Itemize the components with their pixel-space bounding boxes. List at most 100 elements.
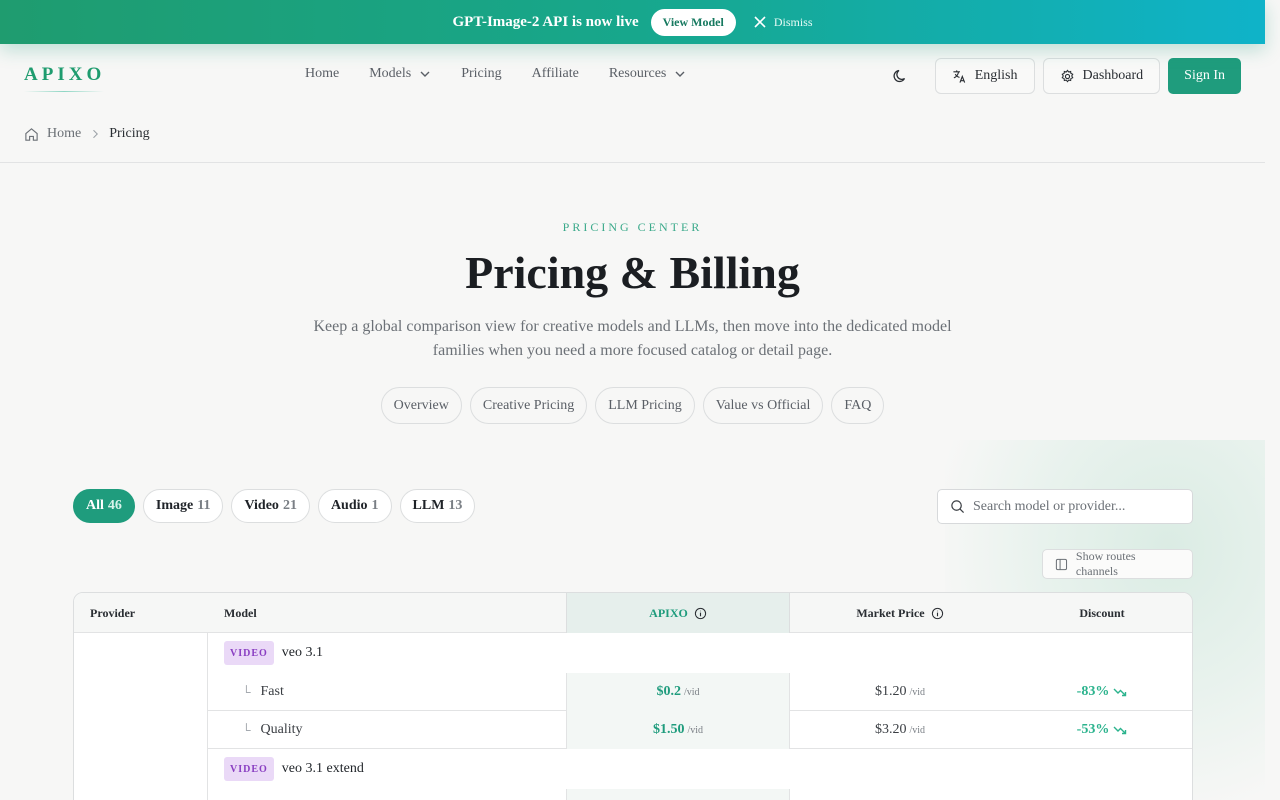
header-discount[interactable]: Discount [1010, 593, 1192, 633]
model-name: veo 3.1 extend [281, 761, 364, 776]
gear-icon [1061, 69, 1073, 83]
view-model-button[interactable]: View Model [650, 8, 736, 36]
filter-all[interactable]: All 46 [73, 489, 135, 523]
nav-affiliate-label: Affiliate [531, 66, 579, 81]
info-icon[interactable] [931, 607, 944, 620]
market-price: $3.20 [874, 722, 907, 737]
trending-down-icon [1113, 688, 1127, 697]
apixo-price: $1.50 [652, 722, 685, 737]
header-apixo[interactable]: APIXO [566, 593, 790, 633]
model-group-row[interactable]: VIDEO veo 3.1 [208, 633, 1192, 673]
market-unit: /vid [909, 724, 926, 736]
table-header: Provider Model APIXO Market Price Discou… [74, 593, 1192, 633]
header-market-label: Market Price [856, 605, 925, 620]
apixo-unit: /vid [687, 724, 704, 736]
nav-pricing[interactable]: Pricing [461, 66, 501, 82]
chevron-down-icon [420, 71, 430, 77]
category-badge: VIDEO [224, 757, 274, 781]
variant-label: Fast [260, 684, 284, 699]
table-row[interactable]: └ Fast $0.2 /vid $1.20 /vid -83% [208, 673, 1192, 711]
variant-label: Quality [260, 722, 303, 737]
filter-image[interactable]: Image 11 [142, 489, 224, 523]
chevron-right-icon [93, 129, 99, 139]
filter-label: Image [155, 498, 194, 513]
logo-text: APIXO [24, 64, 106, 85]
discount-value: -53% [1076, 722, 1110, 737]
translate-icon [953, 69, 965, 83]
logo[interactable]: APIXO [24, 64, 105, 86]
dismiss-label: Dismiss [773, 14, 813, 29]
breadcrumb-home[interactable]: Home [47, 126, 81, 142]
chevron-down-icon [675, 71, 685, 77]
filter-audio[interactable]: Audio 1 [317, 489, 392, 523]
header-provider[interactable]: Provider [90, 593, 135, 633]
language-label: English [974, 68, 1018, 83]
language-button[interactable]: English [934, 58, 1035, 94]
filter-label: LLM [412, 498, 445, 513]
home-icon [25, 127, 38, 141]
filter-count: 11 [197, 498, 211, 513]
tree-connector: └ [242, 722, 251, 737]
dashboard-label: Dashboard [1082, 68, 1144, 83]
category-badge: VIDEO [224, 641, 274, 665]
market-price-cell: $3.20 /vid [790, 711, 1010, 749]
announcement-banner: GPT-Image-2 API is now live View Model D… [0, 0, 1265, 44]
filter-count: 21 [282, 498, 297, 513]
sign-in-button[interactable]: Sign In [1168, 58, 1241, 94]
model-name: veo 3.1 [281, 645, 324, 660]
pricing-table: Provider Model APIXO Market Price Discou… [73, 592, 1193, 800]
table-row[interactable]: └ Quality $1.50 /vid $3.20 /vid -53% [208, 711, 1192, 749]
show-routes-button[interactable]: Show routes channels [1042, 549, 1193, 579]
nav-home-label: Home [305, 66, 340, 81]
variant-name: └ Quality [242, 711, 303, 749]
nav-affiliate[interactable]: Affiliate [532, 66, 579, 82]
nav-models-label: Models [369, 66, 412, 81]
apixo-price-cell [566, 789, 790, 800]
filter-llm[interactable]: LLM 13 [399, 489, 476, 523]
nav-home[interactable]: Home [305, 66, 339, 82]
breadcrumb: Home Pricing [24, 126, 150, 142]
site-header: APIXO Home Models Pricing Affiliate Reso… [0, 44, 1265, 108]
variant-name: └ Fast [242, 673, 284, 711]
discount-value: -83% [1076, 684, 1110, 699]
filter-count: 46 [107, 498, 122, 513]
theme-toggle-button[interactable] [883, 58, 919, 94]
apixo-price: $0.2 [656, 684, 681, 699]
apixo-unit: /vid [683, 686, 700, 698]
table-row-partial [208, 789, 1192, 800]
header-divider [0, 162, 1265, 163]
columns-icon [1055, 558, 1068, 570]
section-value-vs-official[interactable]: Value vs Official [702, 387, 824, 424]
apixo-price-cell: $1.50 /vid [566, 711, 790, 749]
filter-count: 1 [371, 498, 379, 513]
filter-label: All [86, 498, 104, 513]
header-market-price[interactable]: Market Price [790, 593, 1010, 633]
discount-cell: -83% [1010, 673, 1192, 711]
category-filters: All 46 Image 11 Video 21 Audio 1 LLM 13 [73, 489, 476, 523]
section-llm-pricing[interactable]: LLM Pricing [595, 387, 695, 424]
section-faq[interactable]: FAQ [831, 387, 885, 424]
header-actions: English Dashboard Sign In [883, 58, 1241, 94]
close-icon [754, 16, 766, 28]
discount-cell: -53% [1010, 711, 1192, 749]
dismiss-button[interactable]: Dismiss [754, 15, 813, 30]
filter-video[interactable]: Video 21 [231, 489, 310, 523]
banner-text: GPT-Image-2 API is now live [452, 13, 639, 30]
filter-label: Video [244, 498, 279, 513]
dashboard-button[interactable]: Dashboard [1042, 58, 1161, 94]
nav-resources[interactable]: Resources [609, 66, 687, 82]
info-icon[interactable] [694, 607, 707, 620]
model-group-row[interactable]: VIDEO veo 3.1 extend [208, 749, 1192, 789]
provider-cell [74, 633, 208, 800]
hero-eyebrow: PRICING CENTER [562, 220, 703, 234]
filter-count: 13 [448, 498, 463, 513]
trending-down-icon [1113, 726, 1127, 735]
filter-label: Audio [330, 498, 368, 513]
header-model[interactable]: Model [224, 593, 257, 633]
logo-underline [24, 91, 104, 92]
search-input[interactable] [973, 498, 1173, 515]
section-creative-pricing[interactable]: Creative Pricing [469, 387, 588, 424]
section-overview[interactable]: Overview [380, 387, 462, 424]
nav-models[interactable]: Models [369, 66, 431, 82]
moon-icon [893, 69, 905, 83]
